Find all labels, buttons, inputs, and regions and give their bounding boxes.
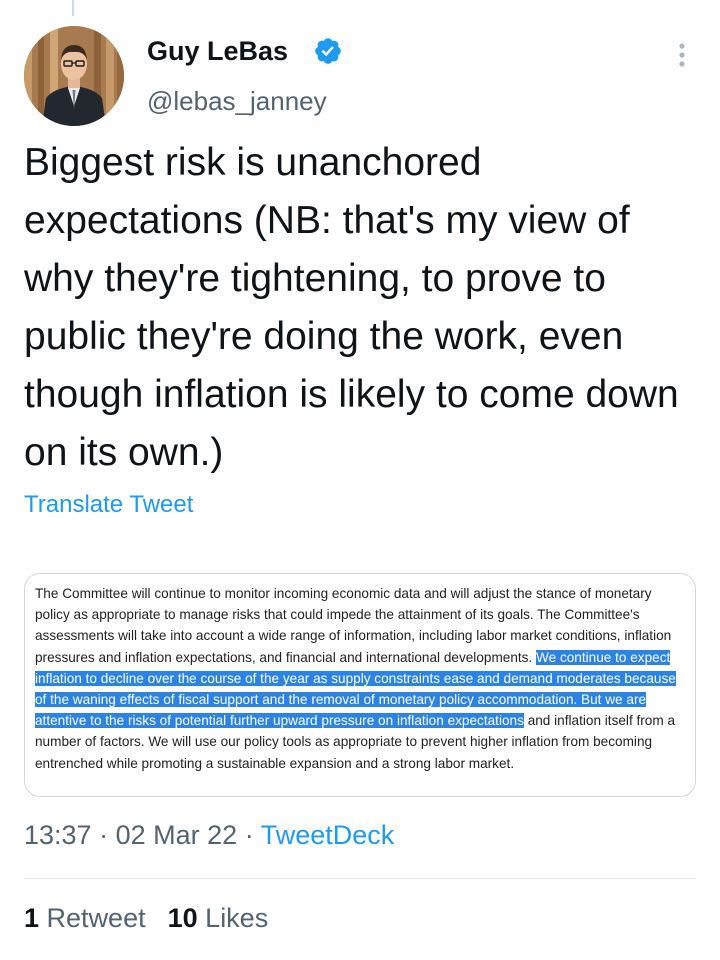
tweet-meta: 13:37 · 02 Mar 22 · TweetDeck <box>24 820 394 851</box>
meta-separator: · <box>99 820 109 850</box>
tweet-source-link[interactable]: TweetDeck <box>261 820 395 850</box>
retweets-stat[interactable]: 1 Retweet <box>24 903 146 933</box>
avatar-photo <box>24 26 124 126</box>
likes-stat[interactable]: 10 Likes <box>168 903 269 933</box>
divider <box>24 878 696 879</box>
likes-label: Likes <box>205 903 269 933</box>
more-options-icon[interactable] <box>670 40 694 70</box>
attached-image-text: The Committee will continue to monitor i… <box>35 583 685 774</box>
retweets-count: 1 <box>24 903 40 933</box>
verified-badge-icon <box>315 38 341 64</box>
tweet-time[interactable]: 13:37 <box>24 820 92 850</box>
tweet-stats: 1 Retweet 10 Likes <box>24 903 268 934</box>
author-name[interactable]: Guy LeBas <box>147 36 288 67</box>
thread-connector-line <box>72 0 74 16</box>
attached-image[interactable]: The Committee will continue to monitor i… <box>24 573 696 797</box>
translate-tweet-link[interactable]: Translate Tweet <box>24 491 193 519</box>
tweet-date[interactable]: 02 Mar 22 <box>116 820 238 850</box>
author-handle[interactable]: @lebas_janney <box>147 86 327 117</box>
tweet-text: Biggest risk is unanchored expectations … <box>24 141 679 474</box>
retweets-label: Retweet <box>46 903 146 933</box>
avatar[interactable] <box>24 26 124 126</box>
meta-separator: · <box>244 820 254 850</box>
likes-count: 10 <box>167 903 198 933</box>
